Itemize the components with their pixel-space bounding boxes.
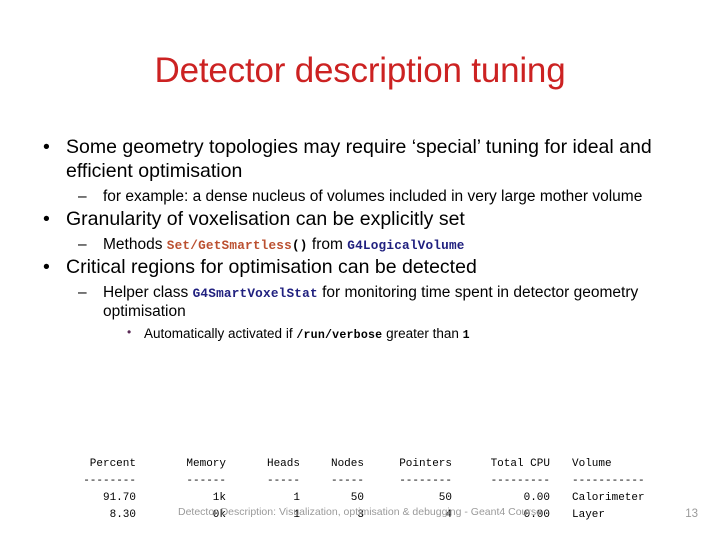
column-rule-volume: -----------: [572, 475, 645, 488]
bullet-level2-text: for example: a dense nucleus of volumes …: [103, 187, 643, 205]
code-getsmartless-method: GetSmartless: [198, 237, 292, 253]
bullet-level1-critical-regions: • Critical regions for optimisation can …: [34, 256, 694, 280]
column-rule-nodes: -----: [330, 475, 364, 488]
page-title: Detector description tuning: [154, 51, 566, 90]
bullet-level1-text: Some geometry topologies may require ‘sp…: [66, 136, 652, 182]
cell-heads: 1: [293, 491, 300, 504]
cell-pointers: 50: [438, 491, 452, 504]
bullet-level1-granularity-voxelisation: • Granularity of voxelisation can be exp…: [34, 208, 694, 232]
bullet-level2-methods-smartless: – Methods Set/GetSmartless() from G4Logic…: [70, 235, 694, 254]
bullet-marker-level2: –: [78, 283, 87, 301]
column-header-memory: Memory: [186, 458, 226, 471]
auto-activated-middle-text: greater than: [382, 326, 463, 341]
code-g4logicalvolume-class: G4LogicalVolume: [347, 237, 465, 253]
slide-body: • Some geometry topologies may require ‘…: [34, 136, 694, 344]
slide: Detector description tuning • Some geome…: [0, 0, 720, 540]
cell-percent: 91.70: [102, 491, 136, 504]
bullet-level2-helper-class: – Helper class G4SmartVoxelStat for monit…: [70, 283, 694, 321]
column-header-heads: Heads: [266, 458, 300, 471]
methods-lead-text: Methods: [103, 235, 167, 253]
page-number: 13: [685, 508, 698, 520]
cell-volume: Calorimeter: [572, 491, 645, 504]
bullet-level3-automatically-activated: • Automatically activated if /run/verbose…: [120, 325, 694, 344]
console-output: Percent Memory Heads Nodes Pointers Tota…: [62, 423, 702, 540]
code-g4smartvoxelstat-class: G4SmartVoxelStat: [192, 285, 318, 301]
column-rule-total-cpu: ---------: [490, 475, 550, 488]
bullet-level1-geometry-topologies: • Some geometry topologies may require ‘…: [34, 136, 694, 184]
column-rule-memory: ------: [186, 475, 226, 488]
column-header-pointers: Pointers: [399, 458, 452, 471]
slide-footer: Detector Description: Visualization, opt…: [177, 506, 542, 518]
bullet-marker-level1: •: [43, 136, 50, 158]
bullet-marker-level3: •: [127, 325, 132, 339]
cell-memory: 1k: [212, 491, 226, 504]
table-rule-row: -------- ------ ----- ----- -------- ---…: [62, 473, 692, 490]
column-rule-heads: -----: [266, 475, 300, 488]
column-rule-percent: --------: [83, 475, 136, 488]
auto-activated-lead-text: Automatically activated if: [144, 326, 297, 341]
helper-class-lead-text: Helper class: [103, 283, 193, 301]
methods-middle-text: from: [307, 235, 348, 253]
column-rule-pointers: --------: [399, 475, 452, 488]
table-header-row: Percent Memory Heads Nodes Pointers Tota…: [62, 456, 692, 473]
code-run-verbose-command: /run/verbose: [296, 329, 383, 342]
column-header-volume: Volume: [572, 458, 612, 471]
column-header-nodes: Nodes: [330, 458, 364, 471]
column-header-total-cpu: Total CPU: [490, 458, 550, 471]
cell-nodes: 50: [350, 491, 364, 504]
cell-total-cpu: 0.00: [523, 491, 550, 504]
code-set-method: Set: [166, 237, 191, 253]
code-verbose-value: 1: [462, 329, 470, 342]
bullet-marker-level1: •: [43, 207, 50, 230]
bullet-level2-for-example: – for example: a dense nucleus of volume…: [70, 187, 694, 206]
column-header-percent: Percent: [89, 458, 136, 471]
bullet-level1-text: Critical regions for optimisation can be…: [66, 255, 477, 278]
bullet-marker-level2: –: [78, 235, 87, 253]
bullet-marker-level2: –: [78, 187, 87, 205]
bullet-level1-text: Granularity of voxelisation can be expli…: [66, 207, 465, 230]
bullet-marker-level1: •: [43, 255, 50, 278]
code-parentheses: (): [291, 237, 308, 253]
code-slash-separator: /: [190, 237, 199, 253]
table-row: 91.70 1k 1 50 50 0.00 Calorimeter: [62, 490, 692, 507]
